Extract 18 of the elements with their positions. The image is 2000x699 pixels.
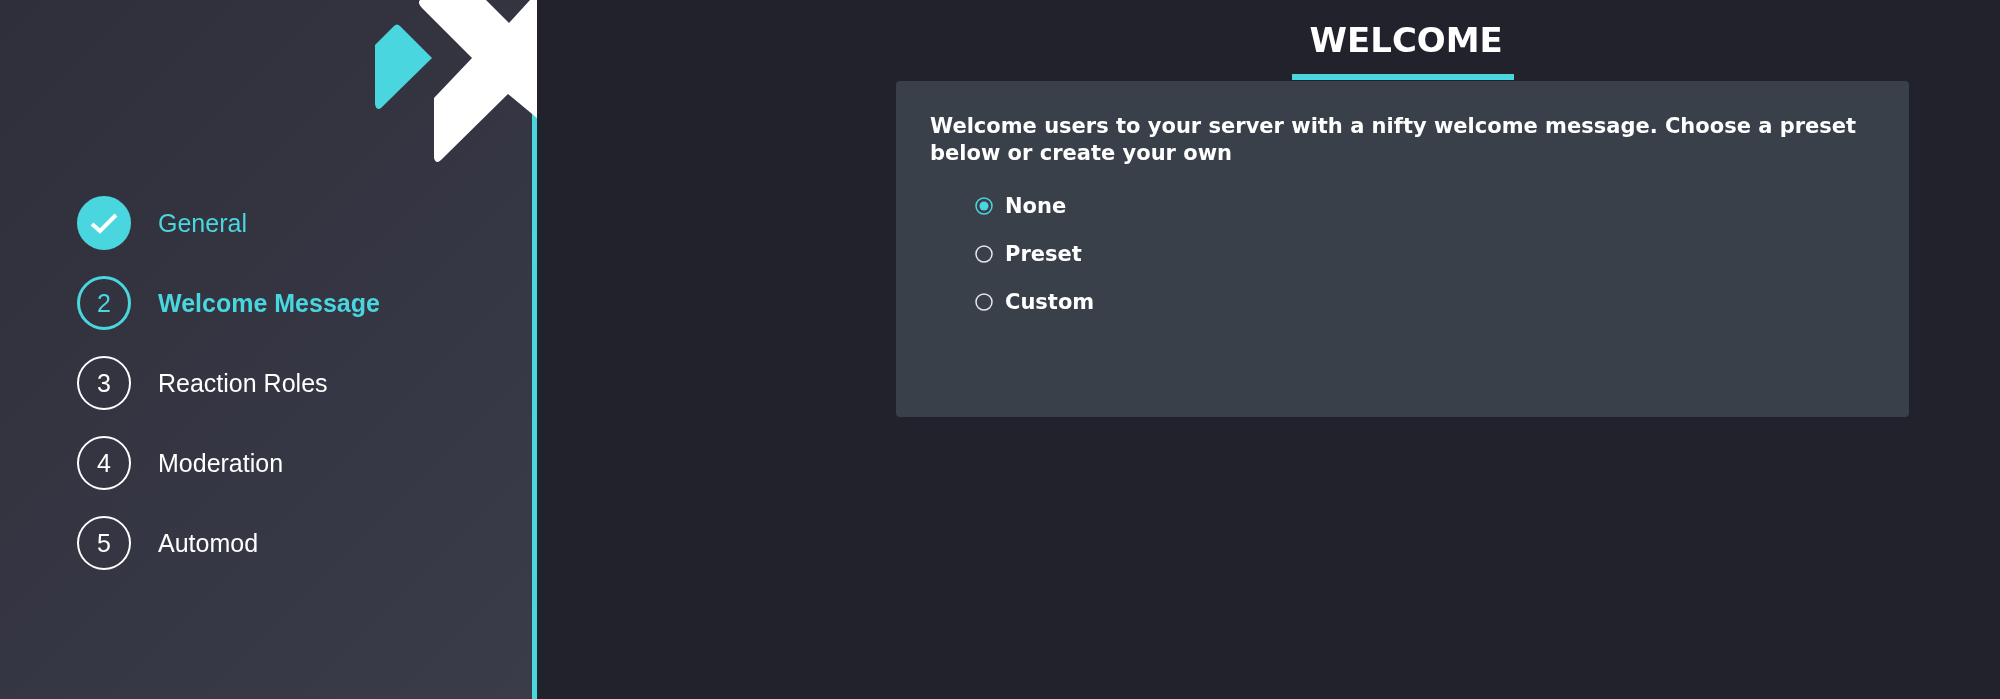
step-item[interactable]: 3 Reaction Roles: [77, 356, 532, 410]
step-item[interactable]: 5 Automod: [77, 516, 532, 570]
step-indicator: 4: [77, 436, 131, 490]
step-item[interactable]: 2 Welcome Message: [77, 276, 532, 330]
step-label: Automod: [158, 528, 259, 558]
step-indicator: 3: [77, 356, 131, 410]
option-label: Preset: [1005, 241, 1082, 266]
step-indicator: 2: [77, 276, 131, 330]
step-item[interactable]: General: [77, 196, 532, 250]
step-item[interactable]: 4 Moderation: [77, 436, 532, 490]
option-label: Custom: [1005, 289, 1095, 314]
option-label: None: [1005, 193, 1067, 218]
step-label: Welcome Message: [158, 288, 380, 318]
step-label: Moderation: [158, 448, 284, 478]
step-indicator: 5: [77, 516, 131, 570]
step-label: General: [158, 208, 247, 238]
description-text: Welcome users to your server with a nifty welcome message. Choose a preset below or create your own: [930, 113, 1858, 168]
step-label: Reaction Roles: [158, 368, 328, 398]
